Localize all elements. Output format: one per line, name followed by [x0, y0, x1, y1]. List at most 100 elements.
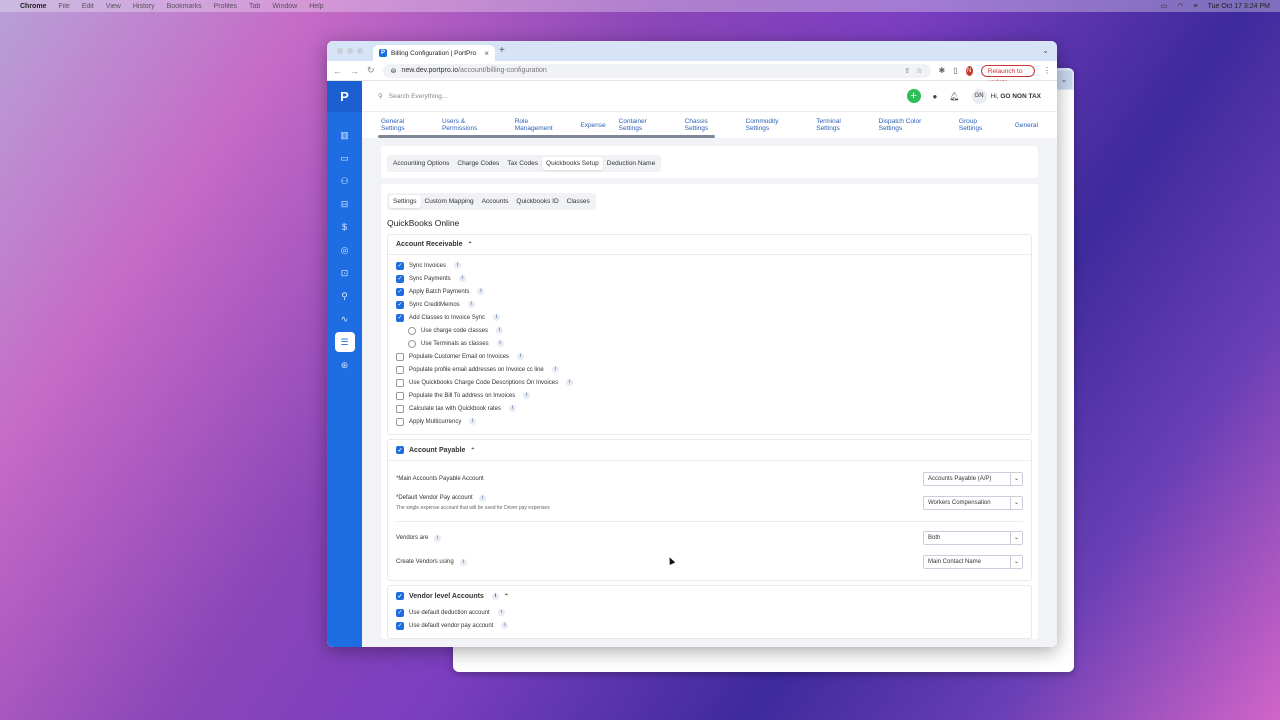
info-icon[interactable]: i [497, 609, 505, 616]
profile-avatar[interactable]: N [965, 65, 973, 76]
info-icon[interactable]: i [478, 495, 486, 502]
browser-tab[interactable]: P Billing Configuration | PortPro × [373, 45, 495, 61]
info-icon[interactable]: i [467, 301, 475, 308]
tab-container-settings[interactable]: Container Settings [619, 118, 672, 132]
tab-dispatch-color-settings[interactable]: Dispatch Color Settings [879, 118, 946, 132]
close-tab-icon[interactable]: × [484, 49, 489, 58]
globe-icon[interactable]: ◎ [335, 240, 355, 260]
tab-quickbooks-setup[interactable]: Quickbooks Setup [542, 157, 603, 170]
truck-icon[interactable]: ⊟ [335, 194, 355, 214]
wifi-icon[interactable]: ◠ [1177, 2, 1183, 10]
battery-icon[interactable]: ▭ [1161, 2, 1168, 10]
radio-button[interactable] [408, 339, 416, 348]
user-avatar[interactable]: GN [971, 88, 987, 104]
vendor-pay-select[interactable]: Workers Compensation ⌄ [923, 496, 1023, 510]
clock[interactable]: Tue Oct 17 3:24 PM [1208, 3, 1270, 10]
menu-help[interactable]: Help [309, 3, 323, 10]
tab-expense[interactable]: Expense [580, 122, 605, 129]
portpro-logo[interactable]: P [327, 81, 362, 112]
info-icon[interactable]: i [501, 622, 509, 629]
option-row[interactable]: Populate Customer Email on Invoices i [396, 350, 1023, 363]
info-icon[interactable]: i [509, 405, 517, 412]
info-icon[interactable]: i [434, 534, 442, 542]
tabs-scrollbar[interactable] [378, 135, 715, 138]
notification-bell-icon[interactable]: 🔔︎ [949, 92, 959, 101]
info-icon[interactable]: i [458, 275, 466, 282]
url-bar[interactable]: ⊜ new.dev.portpro.io/account/billing-con… [382, 63, 931, 78]
browser-menu-icon[interactable]: ⋮ [1043, 66, 1051, 75]
site-info-icon[interactable]: ⊜ [391, 67, 397, 75]
menu-bookmarks[interactable]: Bookmarks [167, 3, 202, 10]
tab-quickbooks-id[interactable]: Quickbooks ID [512, 195, 562, 208]
option-row[interactable]: Calculate tax with Quickbook rates i [396, 402, 1023, 415]
checkbox[interactable]: ✓ [396, 313, 404, 322]
back-icon[interactable]: ← [333, 66, 342, 76]
account-payable-header[interactable]: ✓ Account Payable ⌃ [388, 440, 1031, 461]
info-icon[interactable]: i [459, 558, 467, 566]
new-tab-icon[interactable]: + [499, 45, 505, 56]
tab-terminal-settings[interactable]: Terminal Settings [816, 118, 865, 132]
forward-icon[interactable]: → [350, 66, 359, 76]
option-row[interactable]: ✓ Sync Payments i [396, 272, 1023, 285]
share-icon[interactable]: ⇧ [904, 67, 910, 75]
checkbox[interactable]: ✓ [396, 287, 404, 296]
option-row[interactable]: Populate the Bill To address on Invoices… [396, 389, 1023, 402]
vendors-are-select[interactable]: Both ⌄ [923, 531, 1023, 545]
greeting[interactable]: Hi, GO NON TAX [991, 93, 1041, 100]
menu-tab[interactable]: Tab [249, 3, 260, 10]
tab-chassis-settings[interactable]: Chassis Settings [685, 118, 733, 132]
info-icon[interactable]: i [491, 592, 499, 600]
analytics-icon[interactable]: ∿ [335, 309, 355, 329]
account-receivable-header[interactable]: Account Receivable ⌃ [388, 235, 1031, 255]
option-row[interactable]: ✓ Sync CreditMemos i [396, 298, 1023, 311]
menu-profiles[interactable]: Profiles [214, 3, 237, 10]
checkbox[interactable] [396, 352, 404, 361]
relaunch-button[interactable]: Relaunch to update [980, 64, 1035, 86]
checkbox[interactable] [396, 365, 404, 374]
info-icon[interactable]: i [454, 262, 462, 269]
app-menu-chrome[interactable]: Chrome [20, 3, 46, 10]
option-row[interactable]: Use charge code classes i [396, 324, 1023, 337]
chevron-up-icon[interactable]: ⌃ [504, 593, 509, 600]
tab-group-settings[interactable]: Group Settings [959, 118, 1002, 132]
radio-button[interactable] [408, 326, 416, 335]
option-row[interactable]: ✓ Add Classes to Invoice Sync i [396, 311, 1023, 324]
menu-history[interactable]: History [133, 3, 155, 10]
info-icon[interactable]: i [469, 418, 477, 425]
info-icon[interactable]: i [496, 327, 504, 334]
option-row[interactable]: ✓ Apply Batch Payments i [396, 285, 1023, 298]
tab-tax-codes[interactable]: Tax Codes [503, 157, 542, 170]
option-row[interactable]: Use Quickbooks Charge Code Descriptions … [396, 376, 1023, 389]
checkbox[interactable] [396, 378, 404, 387]
tab-general[interactable]: General [1015, 122, 1038, 129]
checkbox[interactable] [396, 391, 404, 400]
menu-window[interactable]: Window [272, 3, 297, 10]
menu-view[interactable]: View [106, 3, 121, 10]
option-row[interactable]: Populate profile email addresses on Invo… [396, 363, 1023, 376]
messages-icon[interactable]: ● [933, 92, 938, 101]
vendor-level-accounts-checkbox[interactable]: ✓ [396, 592, 404, 600]
user-settings-icon[interactable]: ⚲ [335, 286, 355, 306]
menu-edit[interactable]: Edit [82, 3, 94, 10]
option-row[interactable]: Use Terminals as classes i [396, 337, 1023, 350]
tab-users-permissions[interactable]: Users & Permissions [442, 118, 502, 132]
tab-role-management[interactable]: Role Management [515, 118, 568, 132]
settings-sliders-icon[interactable]: ☰ [334, 332, 355, 352]
tab-deduction-name[interactable]: Deduction Name [603, 157, 659, 170]
tab-commodity-settings[interactable]: Commodity Settings [746, 118, 804, 132]
vendor-level-accounts-header[interactable]: ✓ Vendor level Accounts i ⌃ [388, 586, 1031, 606]
monitor-icon[interactable]: ▭ [335, 148, 355, 168]
option-row[interactable]: ✓ Use default vendor pay account i [396, 619, 1023, 632]
map-icon[interactable]: ▥ [335, 125, 355, 145]
reload-icon[interactable]: ↻ [367, 65, 375, 76]
option-row[interactable]: Apply Multicurrency i [396, 415, 1023, 428]
users-icon[interactable]: ⚇ [335, 171, 355, 191]
info-icon[interactable]: i [551, 366, 559, 373]
tab-charge-codes[interactable]: Charge Codes [453, 157, 503, 170]
menu-file[interactable]: File [58, 3, 69, 10]
checkbox[interactable]: ✓ [396, 300, 404, 309]
window-controls[interactable] [337, 48, 363, 54]
extensions-icon[interactable]: ✱ [939, 66, 946, 75]
checkbox[interactable]: ✓ [396, 608, 404, 617]
checkbox[interactable] [396, 417, 404, 426]
